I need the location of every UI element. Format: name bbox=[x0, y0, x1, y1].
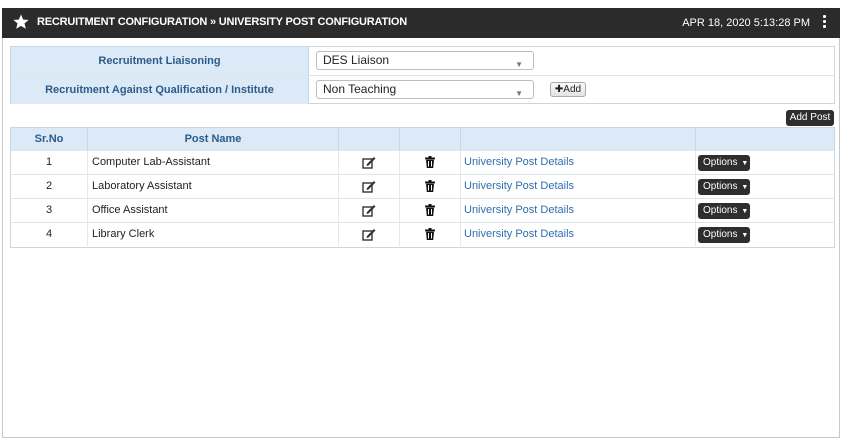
row-post-name: Laboratory Assistant bbox=[88, 175, 339, 198]
column-header-options bbox=[696, 128, 834, 150]
row-srno: 1 bbox=[11, 151, 88, 174]
options-button[interactable]: Options ▼ bbox=[698, 179, 750, 195]
caret-down-icon: ▼ bbox=[739, 160, 749, 167]
column-header-srno: Sr.No bbox=[11, 128, 88, 150]
university-post-details-link[interactable]: University Post Details bbox=[464, 228, 574, 240]
table-row: 2 Laboratory Assistant University Post D… bbox=[11, 174, 834, 198]
chevron-down-icon: ▼ bbox=[515, 89, 523, 98]
posts-table: Sr.No Post Name 1 Computer Lab-Assistant… bbox=[10, 127, 835, 248]
qualification-select[interactable]: Non Teaching ▼ bbox=[316, 80, 534, 99]
university-post-details-link[interactable]: University Post Details bbox=[464, 180, 574, 192]
column-header-delete bbox=[400, 128, 461, 150]
column-header-post-name: Post Name bbox=[88, 128, 339, 150]
page-title: RECRUITMENT CONFIGURATION » UNIVERSITY P… bbox=[37, 16, 407, 28]
row-post-name: Computer Lab-Assistant bbox=[88, 151, 339, 174]
row-srno: 4 bbox=[11, 223, 88, 246]
university-post-details-link[interactable]: University Post Details bbox=[464, 204, 574, 216]
options-label: Options bbox=[703, 229, 738, 240]
column-header-edit bbox=[339, 128, 400, 150]
trash-icon[interactable] bbox=[400, 151, 461, 174]
datetime: APR 18, 2020 5:13:28 PM bbox=[682, 17, 810, 29]
trash-icon[interactable] bbox=[400, 223, 461, 246]
edit-icon[interactable] bbox=[339, 151, 400, 174]
row-details-cell: University Post Details bbox=[461, 151, 696, 174]
trash-icon[interactable] bbox=[400, 199, 461, 222]
add-post-button[interactable]: Add Post bbox=[786, 110, 834, 126]
liaison-select[interactable]: DES Liaison ▼ bbox=[316, 51, 534, 70]
chevron-down-icon: ▼ bbox=[515, 60, 523, 69]
edit-icon[interactable] bbox=[339, 223, 400, 246]
row-options-cell: Options ▼ bbox=[696, 223, 834, 246]
row-details-cell: University Post Details bbox=[461, 199, 696, 222]
configuration-form: Recruitment Liaisoning DES Liaison ▼ Rec… bbox=[10, 46, 835, 104]
options-label: Options bbox=[703, 205, 738, 216]
star-icon bbox=[13, 14, 29, 29]
trash-icon[interactable] bbox=[400, 175, 461, 198]
options-label: Options bbox=[703, 157, 738, 168]
caret-down-icon: ▼ bbox=[739, 184, 749, 191]
row-post-name: Office Assistant bbox=[88, 199, 339, 222]
qualification-row: Recruitment Against Qualification / Inst… bbox=[11, 76, 834, 104]
options-button[interactable]: Options ▼ bbox=[698, 227, 750, 243]
table-row: 1 Computer Lab-Assistant University Post… bbox=[11, 150, 834, 174]
options-button[interactable]: Options ▼ bbox=[698, 155, 750, 171]
kebab-menu-icon[interactable] bbox=[823, 15, 827, 31]
row-options-cell: Options ▼ bbox=[696, 151, 834, 174]
row-options-cell: Options ▼ bbox=[696, 199, 834, 222]
liaison-label: Recruitment Liaisoning bbox=[11, 47, 309, 75]
qualification-select-value: Non Teaching bbox=[323, 82, 397, 96]
caret-down-icon: ▼ bbox=[739, 208, 749, 215]
university-post-details-link[interactable]: University Post Details bbox=[464, 156, 574, 168]
row-srno: 3 bbox=[11, 199, 88, 222]
row-srno: 2 bbox=[11, 175, 88, 198]
row-options-cell: Options ▼ bbox=[696, 175, 834, 198]
qualification-label: Recruitment Against Qualification / Inst… bbox=[11, 76, 309, 104]
caret-down-icon: ▼ bbox=[739, 232, 749, 239]
row-post-name: Library Clerk bbox=[88, 223, 339, 246]
edit-icon[interactable] bbox=[339, 175, 400, 198]
add-button[interactable]: ✚Add bbox=[550, 82, 586, 97]
liaison-row: Recruitment Liaisoning DES Liaison ▼ bbox=[11, 47, 834, 76]
row-details-cell: University Post Details bbox=[461, 223, 696, 246]
table-row: 4 Library Clerk University Post Details … bbox=[11, 222, 834, 246]
options-label: Options bbox=[703, 181, 738, 192]
edit-icon[interactable] bbox=[339, 199, 400, 222]
row-details-cell: University Post Details bbox=[461, 175, 696, 198]
liaison-select-value: DES Liaison bbox=[323, 53, 390, 67]
table-row: 3 Office Assistant University Post Detai… bbox=[11, 198, 834, 222]
options-button[interactable]: Options ▼ bbox=[698, 203, 750, 219]
header-bar: RECRUITMENT CONFIGURATION » UNIVERSITY P… bbox=[2, 8, 840, 38]
add-button-label: Add bbox=[563, 84, 582, 95]
column-header-details bbox=[461, 128, 696, 150]
table-header: Sr.No Post Name bbox=[11, 128, 834, 150]
